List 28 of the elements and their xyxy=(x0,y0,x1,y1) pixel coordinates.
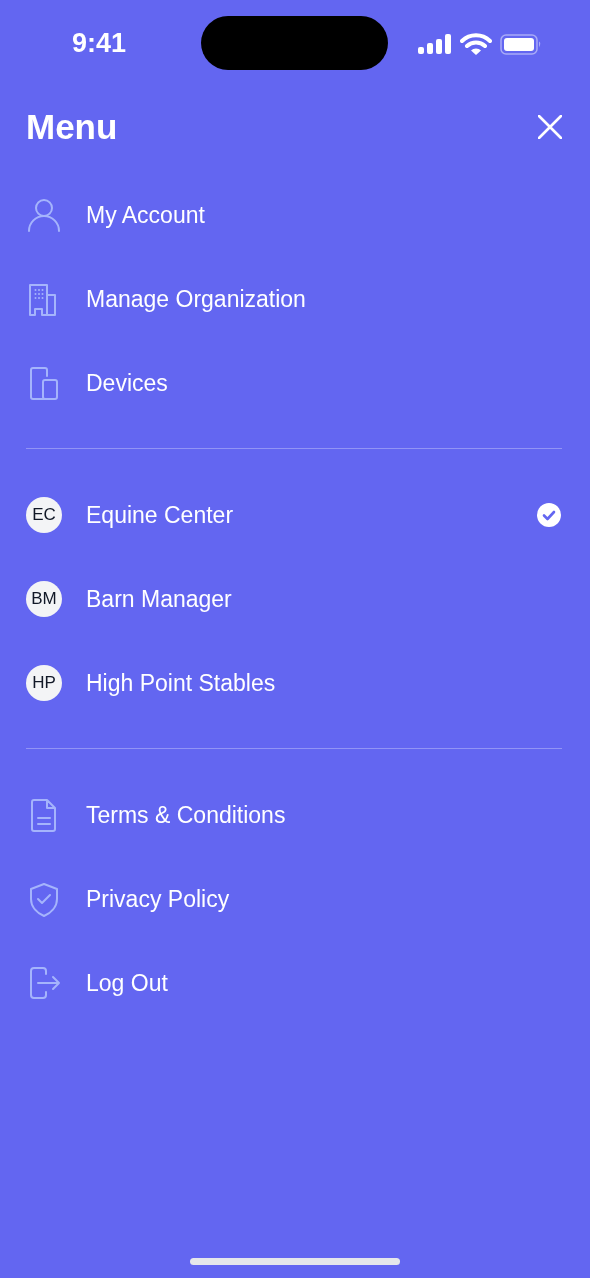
menu-item[interactable]: My Account xyxy=(0,173,590,257)
menu-title: Menu xyxy=(26,106,118,147)
signal-icon xyxy=(418,34,452,54)
close-button[interactable] xyxy=(538,114,562,139)
organization-item[interactable]: EC Equine Center xyxy=(0,473,590,557)
organization-name: Equine Center xyxy=(86,501,235,529)
menu-item[interactable]: Terms & Conditions xyxy=(0,773,590,857)
menu-item-label: Terms & Conditions xyxy=(86,801,287,829)
person-icon xyxy=(26,197,62,233)
organization-name: High Point Stables xyxy=(86,669,277,697)
menu-item[interactable]: Devices xyxy=(0,341,590,425)
status-time: 9:41 xyxy=(72,28,127,59)
menu-item-label: My Account xyxy=(86,201,206,229)
organization-avatar: EC xyxy=(26,497,62,533)
menu-item[interactable]: Log Out xyxy=(0,941,590,1025)
menu-item-label: Manage Organization xyxy=(86,285,307,313)
menu-item[interactable]: Manage Organization xyxy=(0,257,590,341)
organization-avatar: HP xyxy=(26,665,62,701)
organization-name: Barn Manager xyxy=(86,585,233,613)
menu-item-label: Log Out xyxy=(86,969,169,997)
menu-item-label: Privacy Policy xyxy=(86,885,231,913)
organization-item[interactable]: HP High Point Stables xyxy=(0,641,590,725)
battery-icon xyxy=(500,34,542,55)
menu-item-label: Devices xyxy=(86,369,169,397)
menu-item[interactable]: Privacy Policy xyxy=(0,857,590,941)
organization-item[interactable]: BM Barn Manager xyxy=(0,557,590,641)
wifi-icon xyxy=(460,33,492,55)
organization-avatar: BM xyxy=(26,581,62,617)
